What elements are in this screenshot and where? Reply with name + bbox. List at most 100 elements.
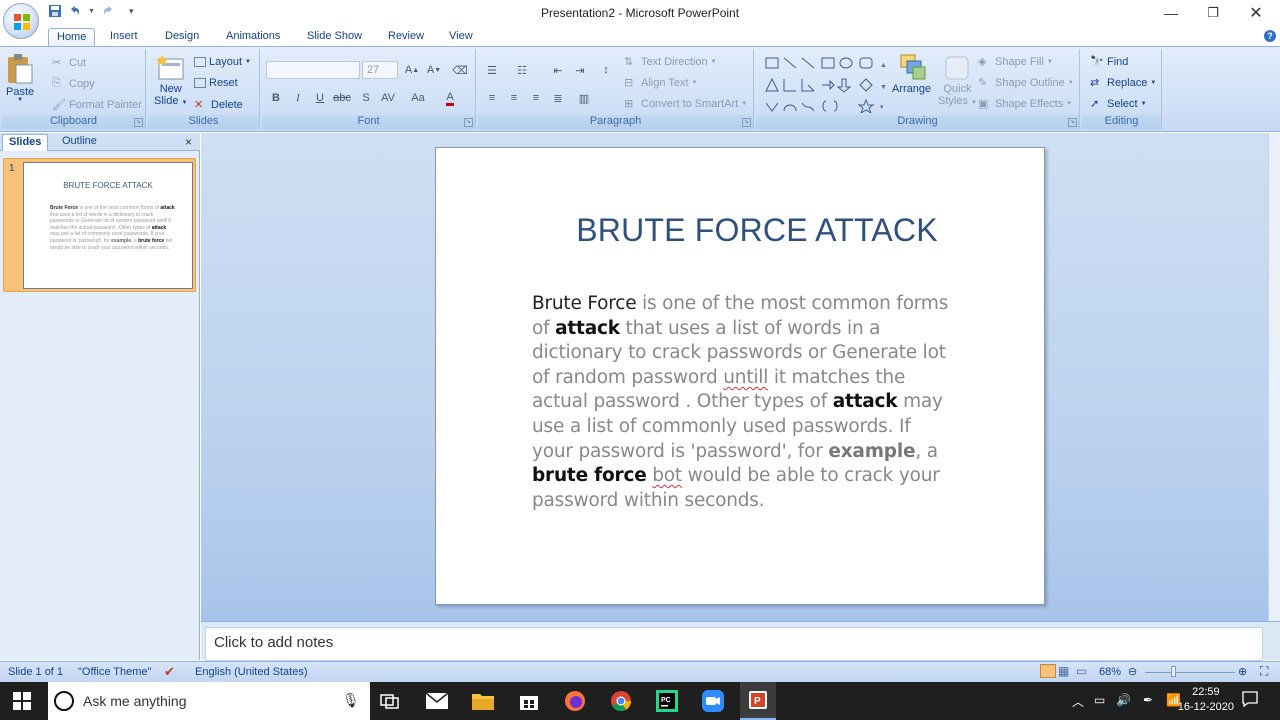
select-button[interactable]: ➚ Select ▼ [1090,97,1147,111]
action-center-icon[interactable] [1242,691,1258,710]
cut-button[interactable]: ✂ Cut [52,56,86,70]
slide-show-icon[interactable]: ▭ [1076,664,1087,678]
taskbar-search-input[interactable]: Ask me anything 🎙 [48,682,370,720]
tab-insert[interactable]: Insert [102,28,146,47]
bold-icon[interactable]: B [266,89,286,107]
zoom-level[interactable]: 68% [1099,666,1121,678]
slide-thumbnail[interactable]: BRUTE FORCE ATTACK Brute Force is one of… [23,162,193,289]
columns-icon[interactable]: ▥ [574,89,594,107]
replace-button[interactable]: ⇄ Replace ▼ [1090,76,1156,90]
fit-to-window-icon[interactable]: ⛶ [1260,664,1268,679]
paste-button[interactable]: Paste ▼ [6,53,34,103]
copy-button[interactable]: ⎘ Copy [52,77,95,91]
align-center-icon[interactable]: ≡ [504,89,524,107]
format-painter-button[interactable]: 🖌 Format Painter [52,98,142,112]
clear-formatting-icon[interactable]: ⌫ [450,61,470,79]
strikethrough-icon[interactable]: abc [332,89,352,107]
zoom-out-icon[interactable]: ⊖ [1128,665,1137,678]
minimize-button[interactable]: — [1149,2,1193,24]
font-launcher-icon[interactable]: ↘ [464,118,473,127]
layout-button[interactable]: Layout ▼ [194,56,251,68]
align-left-icon[interactable]: ≡ [482,89,502,107]
delete-button[interactable]: ✕ Delete [194,98,243,112]
slide-sorter-icon[interactable]: ▦ [1058,664,1069,678]
align-text-button[interactable]: ⊟ Align Text ▼ [624,76,697,90]
reset-button[interactable]: Reset [194,77,238,89]
underline-icon[interactable]: U [310,89,330,107]
line-spacing-icon[interactable]: ↕ [596,61,616,79]
file-explorer-icon[interactable] [470,688,496,714]
character-spacing-icon[interactable]: AV [378,89,398,107]
normal-view-icon[interactable] [1040,664,1056,678]
show-hidden-icons-icon[interactable]: ︿ [1072,693,1084,710]
zoom-in-icon[interactable]: ⊕ [1238,665,1247,678]
pycharm-icon[interactable]: PC [654,688,680,714]
quick-styles-button[interactable]: Quick Styles ▼ [938,53,977,109]
close-button[interactable]: ✕ [1234,2,1278,24]
zoom-app-icon[interactable] [700,688,726,714]
binoculars-icon: 🔭 [1090,56,1104,68]
find-button[interactable]: 🔭 Find [1090,55,1128,69]
bullets-icon[interactable]: ☰ [482,61,502,79]
slide-title[interactable]: BRUTE FORCE ATTACK [436,212,1044,249]
align-right-icon[interactable]: ≡ [526,89,546,107]
vertical-scrollbar[interactable] [1268,133,1280,621]
shape-fill-button[interactable]: ◈ Shape Fill ▼ [978,55,1053,69]
tab-view[interactable]: View [441,28,481,47]
italic-icon[interactable]: I [288,89,308,107]
zoom-slider[interactable] [1145,672,1235,673]
decrease-indent-icon[interactable]: ⇤ [548,61,568,79]
chrome-icon[interactable] [608,688,634,714]
tab-slide-show[interactable]: Slide Show [299,28,370,47]
font-name-combo[interactable] [266,61,360,79]
paragraph-launcher-icon[interactable]: ↘ [742,118,751,127]
firefox-icon[interactable] [562,688,588,714]
shape-effects-button[interactable]: ▣ Shape Effects ▼ [978,97,1072,111]
convert-smartart-button[interactable]: ⊞ Convert to SmartArt ▼ [624,97,747,111]
increase-indent-icon[interactable]: ⇥ [570,61,590,79]
shapes-gallery[interactable]: ▲ ▼ ▾ [764,55,888,113]
font-color-icon[interactable]: A [440,89,460,107]
pen-workspace-icon[interactable]: ✒ [1143,693,1153,707]
slide-thumbnail-item[interactable]: 1 BRUTE FORCE ATTACK Brute Force is one … [3,158,196,292]
shape-outline-button[interactable]: ✎ Shape Outline ▼ [978,76,1074,90]
drawing-launcher-icon[interactable]: ↘ [1068,118,1077,127]
shrink-font-icon[interactable]: A ▼ [424,61,444,79]
text-direction-button[interactable]: ⇅ Text Direction ▼ [624,55,717,69]
shadow-icon[interactable]: S [356,89,376,107]
office-button[interactable] [3,3,39,39]
task-view-icon[interactable] [377,688,403,714]
new-slide-button[interactable]: New Slide ▼ [154,53,187,109]
tab-outline[interactable]: Outline [56,134,103,151]
mail-icon[interactable] [424,688,450,714]
restore-button[interactable]: ❐ [1191,2,1235,24]
arrange-button[interactable]: Arrange [892,53,931,95]
notes-input[interactable]: Click to add notes [205,627,1263,661]
volume-icon[interactable]: 🔊 [1116,693,1131,707]
zoom-slider-thumb[interactable] [1171,666,1176,677]
font-size-combo[interactable]: 27 [362,61,398,79]
tab-slides[interactable]: Slides [2,134,49,151]
windows-start-icon[interactable] [9,688,35,714]
slide-body-text[interactable]: Brute Force is one of the most common fo… [532,292,952,513]
spell-check-icon[interactable]: ✔ [164,664,175,680]
language[interactable]: English (United States) [195,666,308,678]
battery-icon[interactable]: ▭ [1094,693,1105,707]
clock[interactable]: 22:59 16-12-2020 [1178,685,1234,715]
close-pane-icon[interactable]: × [185,135,192,149]
numbering-icon[interactable]: ☷ [512,61,532,79]
powerpoint-taskbar-icon[interactable]: P [740,682,776,720]
change-case-icon[interactable]: Aa [408,89,428,107]
grow-font-icon[interactable]: A ▲ [402,61,422,79]
tab-animations[interactable]: Animations [218,28,288,47]
slide-canvas[interactable]: BRUTE FORCE ATTACK Brute Force is one of… [435,147,1045,605]
tab-home[interactable]: Home [48,28,96,47]
tab-review[interactable]: Review [380,28,432,47]
justify-icon[interactable]: ≣ [548,89,568,107]
microphone-icon[interactable]: 🎙 [342,692,360,709]
help-icon[interactable]: ? [1264,30,1276,42]
tab-design[interactable]: Design [157,28,207,47]
ribbon-tabs: Home Insert Design Animations Slide Show… [0,26,1280,47]
clipboard-launcher-icon[interactable]: ↘ [134,118,143,127]
store-icon[interactable] [516,688,542,714]
